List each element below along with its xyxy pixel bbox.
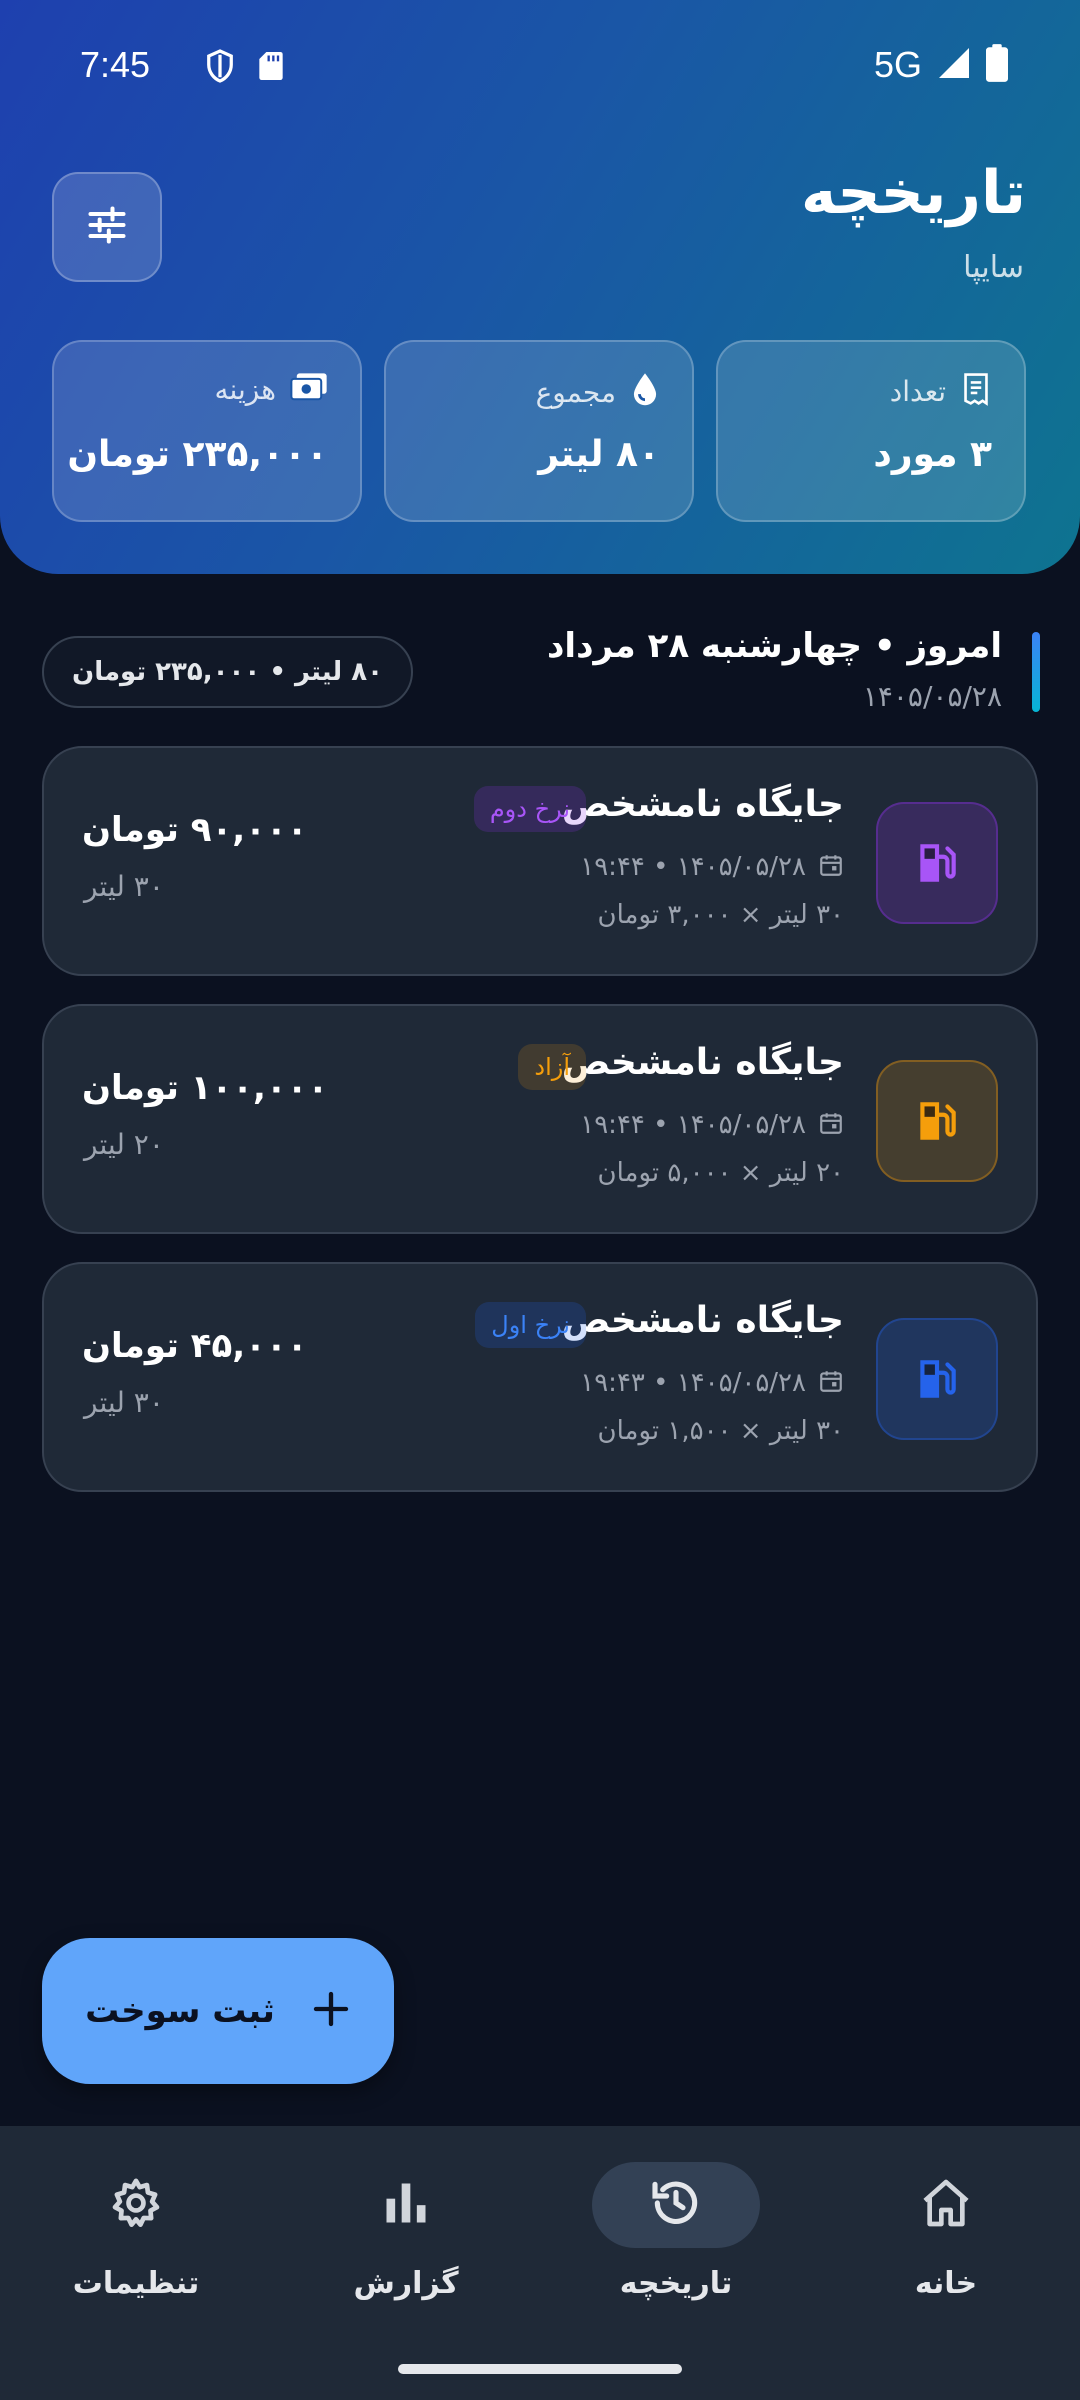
section-summary-pill: ۸۰ لیتر • ۲۳۵,۰۰۰ تومان: [42, 636, 413, 708]
status-bar: 7:45 5G: [0, 0, 1080, 136]
transaction-datetime: ۱۴۰۵/۰۵/۲۸ • ۱۹:۴۴: [580, 1110, 806, 1140]
fuel-pump-icon: [876, 802, 998, 924]
drop-icon: [630, 372, 660, 412]
station-name: جایگاه نامشخص: [561, 1300, 844, 1341]
stat-label: هزینه: [214, 372, 276, 406]
bottom-navigation: خانه تاریخچه گزارش تنظیمات: [0, 2126, 1080, 2400]
transaction-card[interactable]: جایگاه نامشخص نرخ اول ۱۴۰۵/۰۵/۲۸ • ۱۹:۴۳…: [42, 1262, 1038, 1492]
filter-button[interactable]: [52, 172, 162, 282]
transaction-card[interactable]: جایگاه نامشخص نرخ دوم ۱۴۰۵/۰۵/۲۸ • ۱۹:۴۴…: [42, 746, 1038, 976]
network-type: 5G: [873, 44, 922, 85]
add-fuel-button[interactable]: ثبت سوخت: [42, 1938, 394, 2084]
nav-item-settings[interactable]: تنظیمات: [36, 2162, 236, 2301]
fuel-pump-icon: [876, 1060, 998, 1182]
station-name: جایگاه نامشخص: [561, 1042, 844, 1083]
transaction-liters: ۳۰ لیتر: [84, 870, 164, 903]
signal-icon: [936, 45, 972, 85]
rate-badge: آزاد: [518, 1044, 586, 1090]
history-screen: 7:45 5G تاریخچه سایپا تعداد ۳ مورد مجموع…: [0, 0, 1080, 2400]
nav-item-report[interactable]: گزارش: [306, 2162, 506, 2301]
transaction-amount: ۴۵,۰۰۰ تومان: [82, 1326, 308, 1366]
section-accent-bar: [1032, 632, 1040, 712]
calendar-icon: [818, 852, 844, 882]
add-fuel-label: ثبت سوخت: [85, 1991, 275, 2031]
calendar-icon: [818, 1110, 844, 1140]
section-date: ۱۴۰۵/۰۵/۲۸: [862, 680, 1002, 713]
stat-value: ۳ مورد: [873, 434, 992, 475]
home-indicator[interactable]: [398, 2364, 682, 2374]
stat-label: مجموع: [535, 375, 616, 409]
transaction-datetime: ۱۴۰۵/۰۵/۲۸ • ۱۹:۴۳: [580, 1368, 806, 1398]
history-icon: [648, 2175, 704, 2235]
nav-item-home[interactable]: خانه: [846, 2162, 1046, 2301]
sd-card-icon: [257, 49, 285, 87]
cash-icon: [290, 372, 328, 406]
stat-card-total: مجموع ۸۰ لیتر: [384, 340, 694, 522]
sliders-icon: [85, 203, 129, 251]
transaction-liters: ۳۰ لیتر: [84, 1386, 164, 1419]
station-name: جایگاه نامشخص: [561, 784, 844, 825]
nav-item-history[interactable]: تاریخچه: [576, 2162, 776, 2301]
plus-icon: [311, 1989, 351, 2033]
stat-label: تعداد: [889, 374, 946, 408]
transaction-amount: ۱۰۰,۰۰۰ تومان: [82, 1068, 329, 1108]
transaction-datetime: ۱۴۰۵/۰۵/۲۸ • ۱۹:۴۴: [580, 852, 806, 882]
stat-card-cost: هزینه ۲۳۵,۰۰۰ تومان: [52, 340, 362, 522]
transaction-calculation: ۲۰ لیتر × ۵,۰۰۰ تومان: [597, 1158, 844, 1188]
stat-card-count: تعداد ۳ مورد: [716, 340, 1026, 522]
nav-label: تاریخچه: [619, 2266, 733, 2301]
page-subtitle: سایپا: [963, 250, 1024, 285]
receipt-icon: [960, 372, 992, 410]
fuel-pump-icon: [876, 1318, 998, 1440]
status-time: 7:45: [80, 44, 151, 85]
nav-label: گزارش: [353, 2266, 459, 2301]
home-icon: [918, 2175, 974, 2235]
rate-badge: نرخ دوم: [473, 786, 586, 832]
transaction-liters: ۲۰ لیتر: [84, 1128, 164, 1161]
section-title: امروز • چهارشنبه ۲۸ مرداد: [546, 626, 1002, 666]
transaction-calculation: ۳۰ لیتر × ۳,۰۰۰ تومان: [597, 900, 844, 930]
gear-icon: [108, 2175, 164, 2235]
stat-value: ۲۳۵,۰۰۰ تومان: [67, 434, 328, 475]
stat-value: ۸۰ لیتر: [538, 434, 660, 475]
rate-badge: نرخ اول: [475, 1302, 586, 1348]
calendar-icon: [818, 1368, 844, 1398]
page-title: تاریخچه: [801, 158, 1026, 228]
header: 7:45 5G تاریخچه سایپا تعداد ۳ مورد مجموع…: [0, 0, 1080, 574]
battery-icon: [986, 44, 1008, 86]
shield-icon: [205, 48, 235, 88]
bar-chart-icon: [380, 2177, 432, 2233]
transaction-calculation: ۳۰ لیتر × ۱,۵۰۰ تومان: [597, 1416, 844, 1446]
transaction-amount: ۹۰,۰۰۰ تومان: [82, 810, 308, 850]
nav-label: خانه: [914, 2266, 978, 2301]
transaction-card[interactable]: جایگاه نامشخص آزاد ۱۴۰۵/۰۵/۲۸ • ۱۹:۴۴ ۲۰…: [42, 1004, 1038, 1234]
nav-label: تنظیمات: [72, 2266, 200, 2301]
